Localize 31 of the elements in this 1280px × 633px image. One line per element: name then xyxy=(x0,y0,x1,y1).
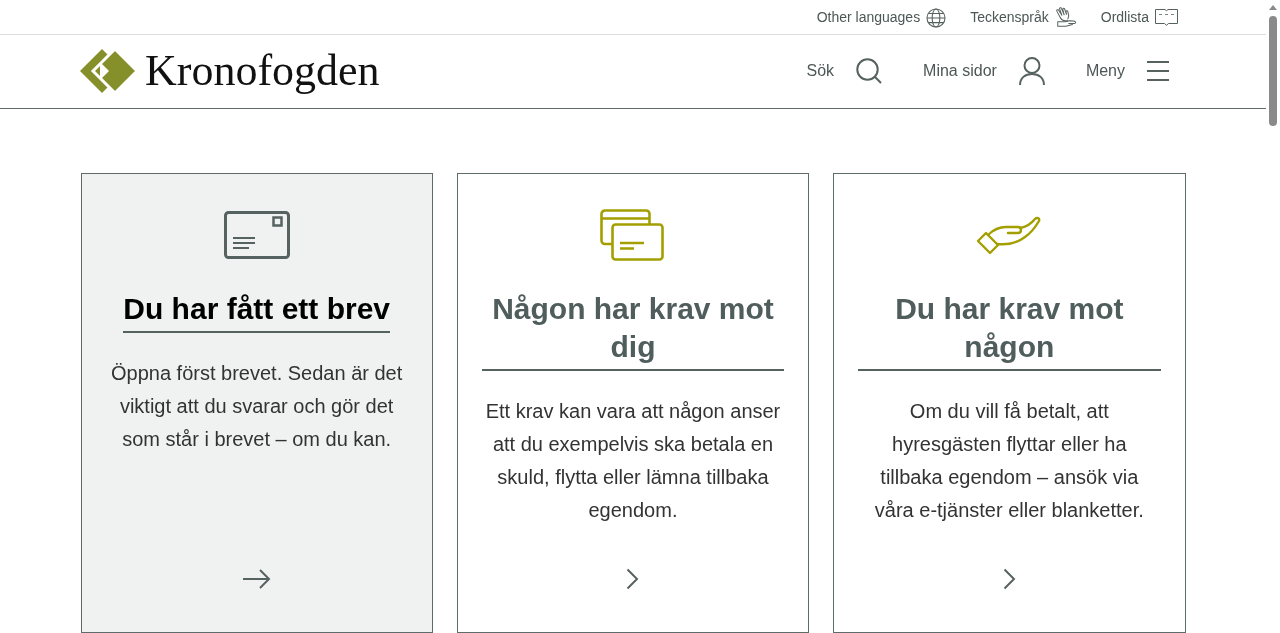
card-title: Någon har krav mot dig xyxy=(481,290,785,371)
utility-link[interactable]: Ordlista xyxy=(1100,7,1178,29)
topic-card[interactable]: Du har krav mot någon Om du vill få betalt, att hyresgästen flyttar eller ha tillbaka egendom – ansök via våra e-tjänster eller blanketter. xyxy=(833,173,1186,633)
card-description: Öppna först brevet. Sedan är det viktigt att du svarar och gör det som står i brevet – om du kan. xyxy=(110,361,404,452)
arrow-right-icon xyxy=(242,568,271,590)
scroll-up-arrow-icon[interactable] xyxy=(1269,5,1277,10)
nav-link[interactable]: Meny xyxy=(1085,59,1169,84)
stacked-cards-icon xyxy=(600,209,666,261)
menu-icon xyxy=(1147,61,1169,82)
card-title: Du har krav mot någon xyxy=(858,290,1161,371)
globe-icon xyxy=(926,7,947,28)
topic-card[interactable]: Någon har krav mot dig Ett krav kan vara att någon anser att du exempelvis ska betala en skuld, flytta eller lämna tillbaka egendom. xyxy=(456,173,810,633)
search-icon xyxy=(856,58,883,85)
chevron-right-icon xyxy=(1002,568,1016,590)
topic-card[interactable]: Du har fått ett brev Öppna först brevet. Sedan är det viktigt att du svarar och gör det som står i brevet – om du kan. xyxy=(80,173,433,633)
utility-link[interactable]: Other languages xyxy=(816,7,947,29)
home-logo-link[interactable]: Kronofogden xyxy=(80,48,380,95)
chevron-right-icon xyxy=(626,568,640,590)
user-icon xyxy=(1018,57,1045,86)
card-description: Ett krav kan vara att någon anser att du exempelvis ska betala en skuld, flytta eller lämna tillbaka egendom. xyxy=(484,399,782,523)
scrollbar-thumb[interactable] xyxy=(1269,16,1277,126)
envelope-icon xyxy=(223,211,290,259)
hands-icon xyxy=(1054,6,1077,29)
utility-link[interactable]: Teckenspråk xyxy=(970,6,1077,29)
nav-link[interactable]: Mina sidor xyxy=(923,57,1045,86)
nav-link[interactable]: Sök xyxy=(806,58,883,85)
open-hand-icon xyxy=(976,215,1043,255)
book-icon xyxy=(1155,9,1178,27)
logo-mark-icon xyxy=(80,48,137,95)
card-description: Om du vill få betalt, att hyresgästen flyttar eller ha tillbaka egendom – ansök via våra e-tjänster eller blanketter. xyxy=(873,399,1145,523)
card-title: Du har fått ett brev xyxy=(123,290,390,333)
